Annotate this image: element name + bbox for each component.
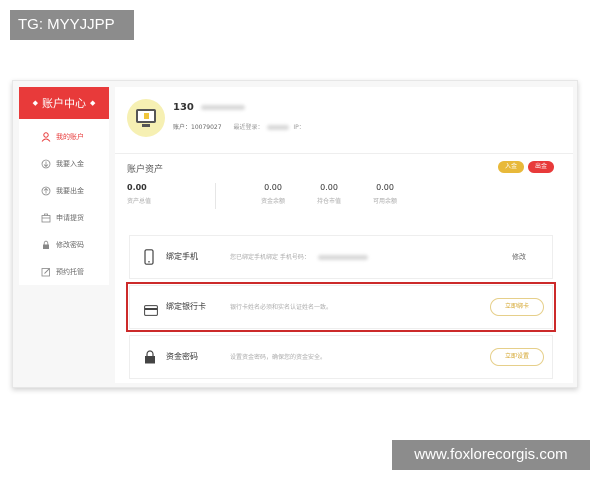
stat-position-value: 0.00 持仓市值	[316, 183, 341, 205]
lock-icon	[41, 240, 51, 250]
row-desc: 您已绑定手机绑定 手机号码：	[230, 252, 368, 261]
sidebar-item-pickup[interactable]: 申请提货	[19, 204, 109, 231]
sidebar-title-label: 账户中心	[42, 97, 86, 110]
bind-bank-card-row: 绑定银行卡 银行卡姓名必须和实名认证姓名一致。 立即绑卡	[126, 282, 556, 332]
pickup-icon	[41, 213, 51, 223]
bind-phone-row: 绑定手机 您已绑定手机绑定 手机号码： 修改	[129, 235, 553, 279]
blurred-text	[317, 255, 368, 260]
row-title: 绑定银行卡	[166, 302, 206, 311]
watermark-top-left: TG: MYYJJPP	[10, 10, 134, 40]
blurred-text	[267, 125, 290, 130]
stat-available-balance: 0.00 可用余额	[372, 183, 397, 205]
sidebar-title: ◆ 账户中心 ◆	[19, 87, 109, 119]
diamond-icon: ◆	[90, 99, 96, 107]
row-title: 绑定手机	[166, 252, 198, 261]
watermark-bottom-right: www.foxlorecorgis.com	[392, 440, 590, 470]
account-info: 账户：10079027 最近登录： IP：	[173, 124, 305, 131]
sidebar-item-label: 我要出金	[56, 186, 84, 195]
phone-icon	[144, 249, 154, 269]
sidebar-item-label: 预约托管	[56, 267, 84, 276]
sidebar-item-change-password[interactable]: 修改密码	[19, 231, 109, 258]
sidebar: ◆ 账户中心 ◆ 我的账户 我要入金 我要出金 申请提货 修改密码 预约托管	[19, 87, 109, 285]
user-name: 130	[173, 102, 246, 113]
withdraw-button[interactable]: 出金	[528, 161, 554, 173]
monitor-icon	[136, 109, 156, 123]
stat-total-assets: 0.00 资产总值	[127, 183, 152, 205]
user-icon	[41, 131, 51, 142]
sidebar-item-withdraw[interactable]: 我要出金	[19, 177, 109, 204]
row-desc: 银行卡姓名必须和实名认证姓名一致。	[230, 304, 333, 311]
sidebar-item-deposit[interactable]: 我要入金	[19, 150, 109, 177]
sidebar-item-label: 申请提货	[56, 213, 84, 222]
sidebar-item-custody[interactable]: 预约托管	[19, 258, 109, 285]
sidebar-item-label: 修改密码	[56, 240, 84, 249]
edit-icon	[41, 267, 51, 277]
avatar	[127, 99, 165, 137]
blurred-text	[201, 104, 246, 110]
withdraw-icon	[41, 186, 51, 196]
sidebar-item-label: 我要入金	[56, 159, 84, 168]
stat-fund-balance: 0.00 资金余额	[260, 183, 285, 205]
diamond-icon: ◆	[32, 99, 38, 107]
row-desc: 设置资金密码，确保您的资金安全。	[230, 354, 327, 361]
lock-icon	[144, 349, 156, 368]
bind-card-button[interactable]: 立即绑卡	[490, 298, 544, 316]
account-center-screenshot: ◆ 账户中心 ◆ 我的账户 我要入金 我要出金 申请提货 修改密码 预约托管 1…	[12, 80, 578, 388]
assets-title: 账户资产	[127, 165, 164, 175]
bank-card-icon	[144, 301, 158, 320]
account-main-panel: 130 账户：10079027 最近登录： IP： 账户资产 入金 出金 0.0…	[115, 87, 573, 383]
sidebar-item-my-account[interactable]: 我的账户	[19, 123, 109, 150]
deposit-icon	[41, 159, 51, 169]
deposit-button[interactable]: 入金	[498, 161, 524, 173]
set-password-button[interactable]: 立即设置	[490, 348, 544, 366]
modify-phone-link[interactable]: 修改	[512, 252, 526, 262]
sidebar-item-label: 我的账户	[56, 132, 84, 141]
fund-password-row: 资金密码 设置资金密码，确保您的资金安全。 立即设置	[129, 335, 553, 379]
row-title: 资金密码	[166, 352, 198, 361]
